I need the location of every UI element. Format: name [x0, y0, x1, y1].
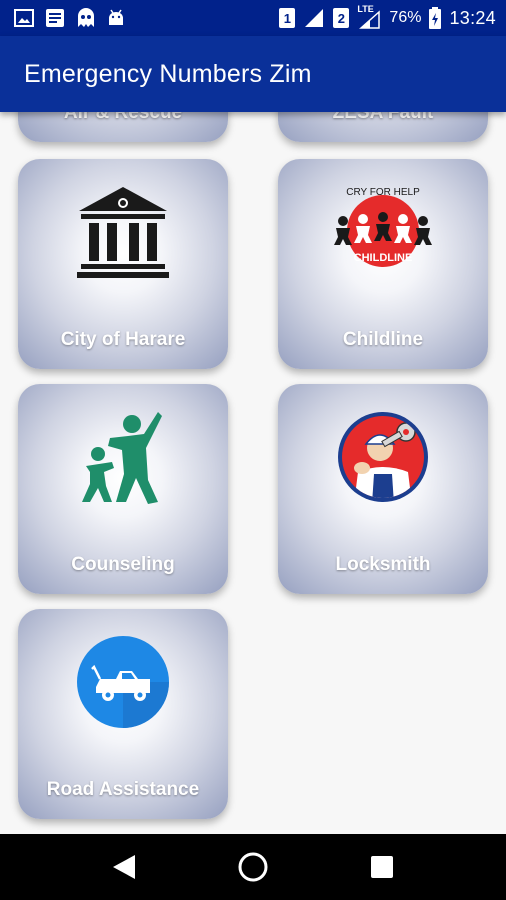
gallery-notification-icon	[14, 9, 34, 27]
navigation-bar	[0, 834, 506, 900]
recents-square-icon	[370, 856, 393, 878]
clock: 13:24	[449, 7, 496, 28]
tile-locksmith[interactable]: Locksmith	[278, 384, 488, 594]
recents-button[interactable]	[354, 839, 410, 895]
city-hall-icon	[77, 187, 169, 278]
battery-charging-icon	[429, 7, 442, 29]
services-grid[interactable]: Air & Rescue ZESA Fault City of Harare C…	[0, 112, 506, 834]
app-title: Emergency Numbers Zim	[24, 59, 312, 88]
news-notification-icon	[46, 9, 64, 27]
signal-icon-2	[359, 10, 381, 29]
tile-childline[interactable]: CRY FOR HELP CHILDLINE Childline	[278, 159, 488, 369]
tile-air-rescue[interactable]: Air & Rescue	[18, 112, 228, 142]
app-bar: Emergency Numbers Zim	[0, 36, 506, 112]
home-circle-icon	[238, 852, 268, 882]
tile-city-of-harare[interactable]: City of Harare	[18, 159, 228, 369]
childline-logo-bottom-text: CHILDLINE	[354, 252, 413, 264]
back-triangle-icon	[113, 855, 136, 879]
tile-counseling[interactable]: Counseling	[18, 384, 228, 594]
home-button[interactable]	[225, 839, 281, 895]
lte-signal: LTE	[357, 4, 381, 29]
signal-icon	[305, 9, 324, 27]
tile-label: Air & Rescue	[63, 112, 183, 123]
childline-logo: CRY FOR HELP CHILDLINE	[334, 187, 432, 267]
status-bar: 1 2 LTE 76% 13:24	[0, 0, 506, 36]
childline-logo-top-text: CRY FOR HELP	[346, 187, 420, 198]
tile-zesa-fault[interactable]: ZESA Fault	[278, 112, 488, 142]
ghost-notification-icon	[78, 8, 94, 27]
system-icons: 1 2 LTE 76% 13:24	[279, 4, 496, 29]
tow-truck-icon	[77, 636, 169, 728]
android-notification-icon	[109, 9, 123, 25]
sim1-badge: 1	[279, 8, 296, 28]
tile-label: City of Harare	[60, 329, 186, 350]
sim2-badge: 2	[333, 8, 350, 28]
notification-icons	[14, 7, 126, 29]
tile-label: ZESA Fault	[332, 112, 434, 123]
back-button[interactable]	[96, 839, 152, 895]
tile-label: Road Assistance	[46, 779, 200, 800]
battery-percent: 76%	[389, 9, 422, 26]
locksmith-icon	[338, 412, 428, 502]
family-icon	[82, 412, 162, 504]
tile-road-assistance[interactable]: Road Assistance	[18, 609, 228, 819]
tile-label: Locksmith	[335, 554, 431, 575]
tile-label: Childline	[342, 329, 424, 350]
tile-label: Counseling	[71, 554, 175, 575]
